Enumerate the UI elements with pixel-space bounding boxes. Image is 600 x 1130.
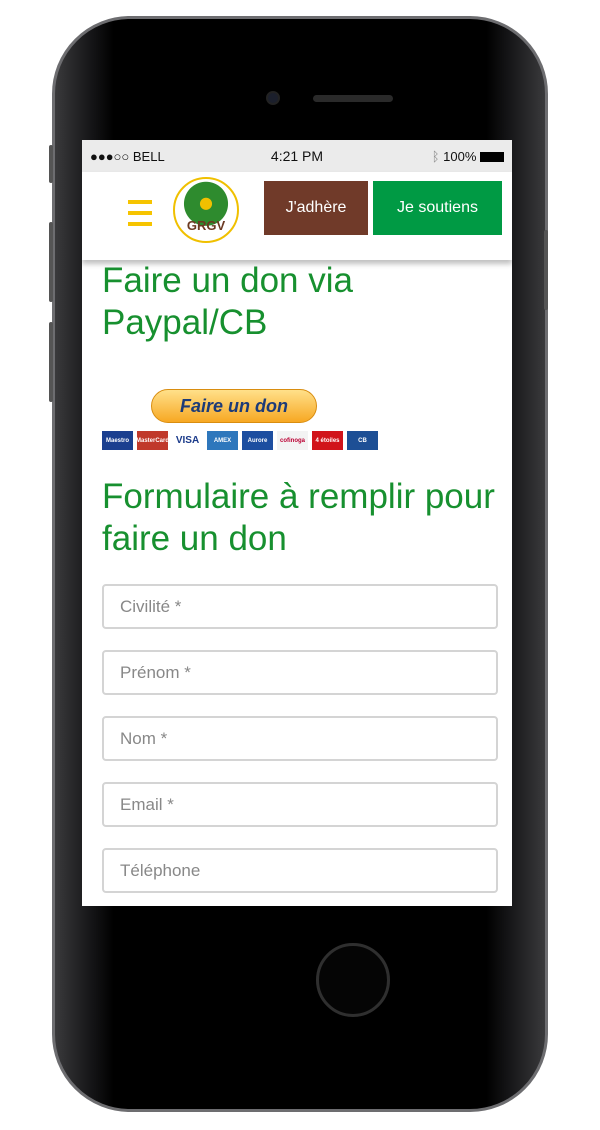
card-logo-amex: AMEX (207, 431, 238, 450)
nom-field[interactable]: Nom * (102, 716, 498, 761)
card-logo-mastercard: MasterCard (136, 431, 169, 450)
card-logo-4-toiles: 4 étoiles (312, 431, 343, 450)
screen: ●●●○○ BELL 4:21 PM ᛒ 100% GRGV J'adhère … (82, 140, 512, 906)
paypal-heading: Faire un don via Paypal/CB (102, 261, 353, 342)
soutiens-button[interactable]: Je soutiens (373, 181, 502, 235)
card-logo-cofinoga: cofinoga (277, 431, 308, 450)
card-logo-visa: VISA (172, 431, 203, 450)
card-logo-cb: CB (347, 431, 378, 450)
speaker (313, 95, 393, 102)
time: 4:21 PM (270, 148, 324, 164)
card-logo-aurore: Aurore (242, 431, 273, 450)
site-header: GRGV J'adhère Je soutiens (82, 172, 512, 260)
status-bar: ●●●○○ BELL 4:21 PM ᛒ 100% (82, 140, 512, 172)
card-logo-maestro: Maestro (102, 431, 133, 450)
camera (266, 91, 280, 105)
paypal-donate-button[interactable]: Faire un don (151, 389, 317, 423)
telephone-field[interactable]: Téléphone (102, 848, 498, 893)
grgv-logo[interactable]: GRGV (173, 177, 239, 243)
card-logos: Maestro MasterCard VISA AMEX Aurore cofinoga 4… (102, 431, 498, 450)
email-field[interactable]: Email * (102, 782, 498, 827)
adhere-button[interactable]: J'adhère (264, 181, 368, 235)
home-button[interactable] (316, 943, 390, 1017)
menu-icon[interactable] (128, 200, 152, 233)
prenom-field[interactable]: Prénom * (102, 650, 498, 695)
form-heading: Formulaire à remplir pour faire un don (102, 477, 495, 558)
civilite-field[interactable]: Civilité * (102, 584, 498, 629)
